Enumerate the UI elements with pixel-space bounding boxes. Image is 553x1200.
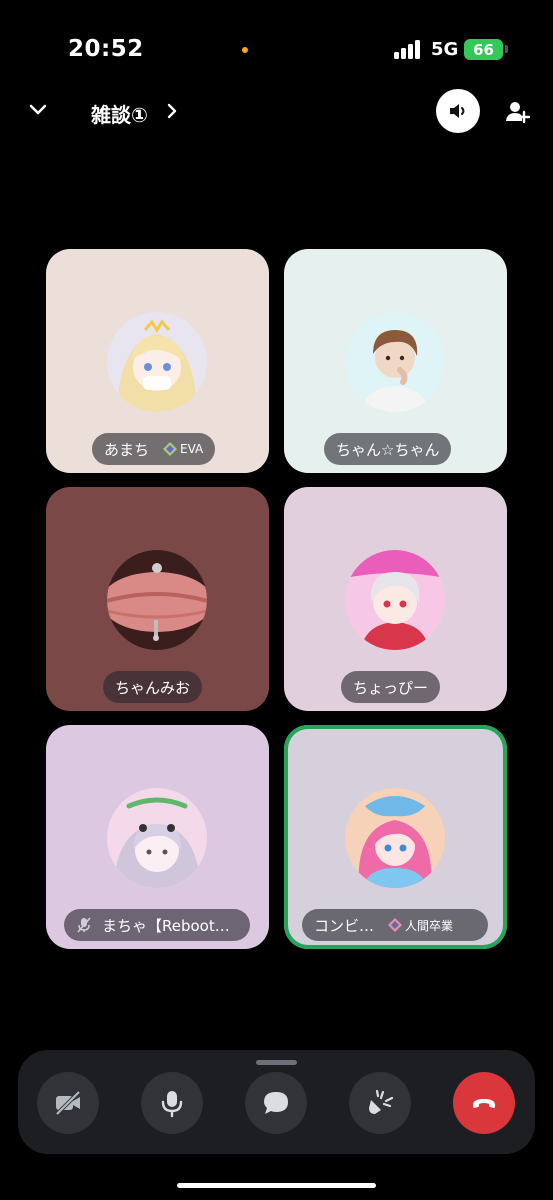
participant-name-pill: あまち EVA <box>92 433 216 465</box>
mic-muted-icon <box>77 917 91 933</box>
chevron-down-icon[interactable] <box>24 96 52 124</box>
battery-icon: 66 <box>464 39 503 60</box>
participant-name-pill: ちゃん☆ちゃん <box>324 433 452 465</box>
privacy-indicator-dot <box>242 47 248 53</box>
voice-call-screen: 20:52 5G 66 雑談① あまち EVA ちゃん☆ちゃん ちゃんみお ちょ… <box>0 0 553 1200</box>
participant-name: コンビ… <box>314 916 375 935</box>
network-type: 5G <box>431 39 459 60</box>
avatar <box>345 312 445 412</box>
server-tag-text: EVA <box>180 442 204 456</box>
participant-tile-speaking[interactable]: コンビ… 人間卒業 <box>284 725 507 949</box>
chevron-right-icon[interactable] <box>163 100 181 122</box>
status-time: 20:52 <box>68 36 144 62</box>
participant-name-pill: まちゃ【Reboot… <box>64 909 250 941</box>
guild-tag-icon <box>388 918 403 932</box>
avatar <box>107 550 207 650</box>
speaker-button[interactable] <box>436 89 480 133</box>
activities-button[interactable] <box>349 1072 411 1134</box>
participant-name: あまち <box>104 440 150 459</box>
camera-off-icon <box>55 1090 81 1116</box>
camera-toggle-button[interactable] <box>37 1072 99 1134</box>
microphone-button[interactable] <box>141 1072 203 1134</box>
participant-tile[interactable]: まちゃ【Reboot… <box>46 725 269 949</box>
avatar <box>345 550 445 650</box>
server-tag: 人間卒業 <box>388 917 453 934</box>
participant-name: ちゃん☆ちゃん <box>336 440 440 459</box>
channel-title[interactable]: 雑談① <box>91 99 148 128</box>
guild-tag-icon <box>163 442 178 456</box>
add-user-icon[interactable] <box>501 96 533 128</box>
participant-name-pill: コンビ… 人間卒業 <box>302 909 488 941</box>
participant-name: ちょっぴー <box>353 678 429 697</box>
participant-name: ちゃんみお <box>115 678 191 697</box>
participant-tile[interactable]: ちょっぴー <box>284 487 507 711</box>
drag-handle[interactable] <box>256 1060 297 1065</box>
chat-icon <box>264 1092 288 1114</box>
participant-name-pill: ちょっぴー <box>341 671 441 703</box>
server-tag: EVA <box>163 442 203 456</box>
avatar <box>107 788 207 888</box>
signal-icon <box>394 40 422 59</box>
participant-name-pill: ちゃんみお <box>103 671 203 703</box>
battery-level: 66 <box>473 40 494 59</box>
participant-name: まちゃ【Reboot… <box>102 916 230 935</box>
home-indicator[interactable] <box>177 1183 376 1188</box>
chat-button[interactable] <box>245 1072 307 1134</box>
end-call-icon <box>473 1099 495 1108</box>
participant-tile[interactable]: あまち EVA <box>46 249 269 473</box>
battery-tip <box>505 45 508 53</box>
avatar <box>107 312 207 412</box>
avatar <box>345 788 445 888</box>
server-tag-text: 人間卒業 <box>405 918 454 933</box>
participant-tile[interactable]: ちゃん☆ちゃん <box>284 249 507 473</box>
participant-tile[interactable]: ちゃんみお <box>46 487 269 711</box>
speaker-icon <box>450 104 465 118</box>
end-call-button[interactable] <box>453 1072 515 1134</box>
microphone-icon <box>161 1091 183 1118</box>
activity-icon <box>369 1089 394 1114</box>
